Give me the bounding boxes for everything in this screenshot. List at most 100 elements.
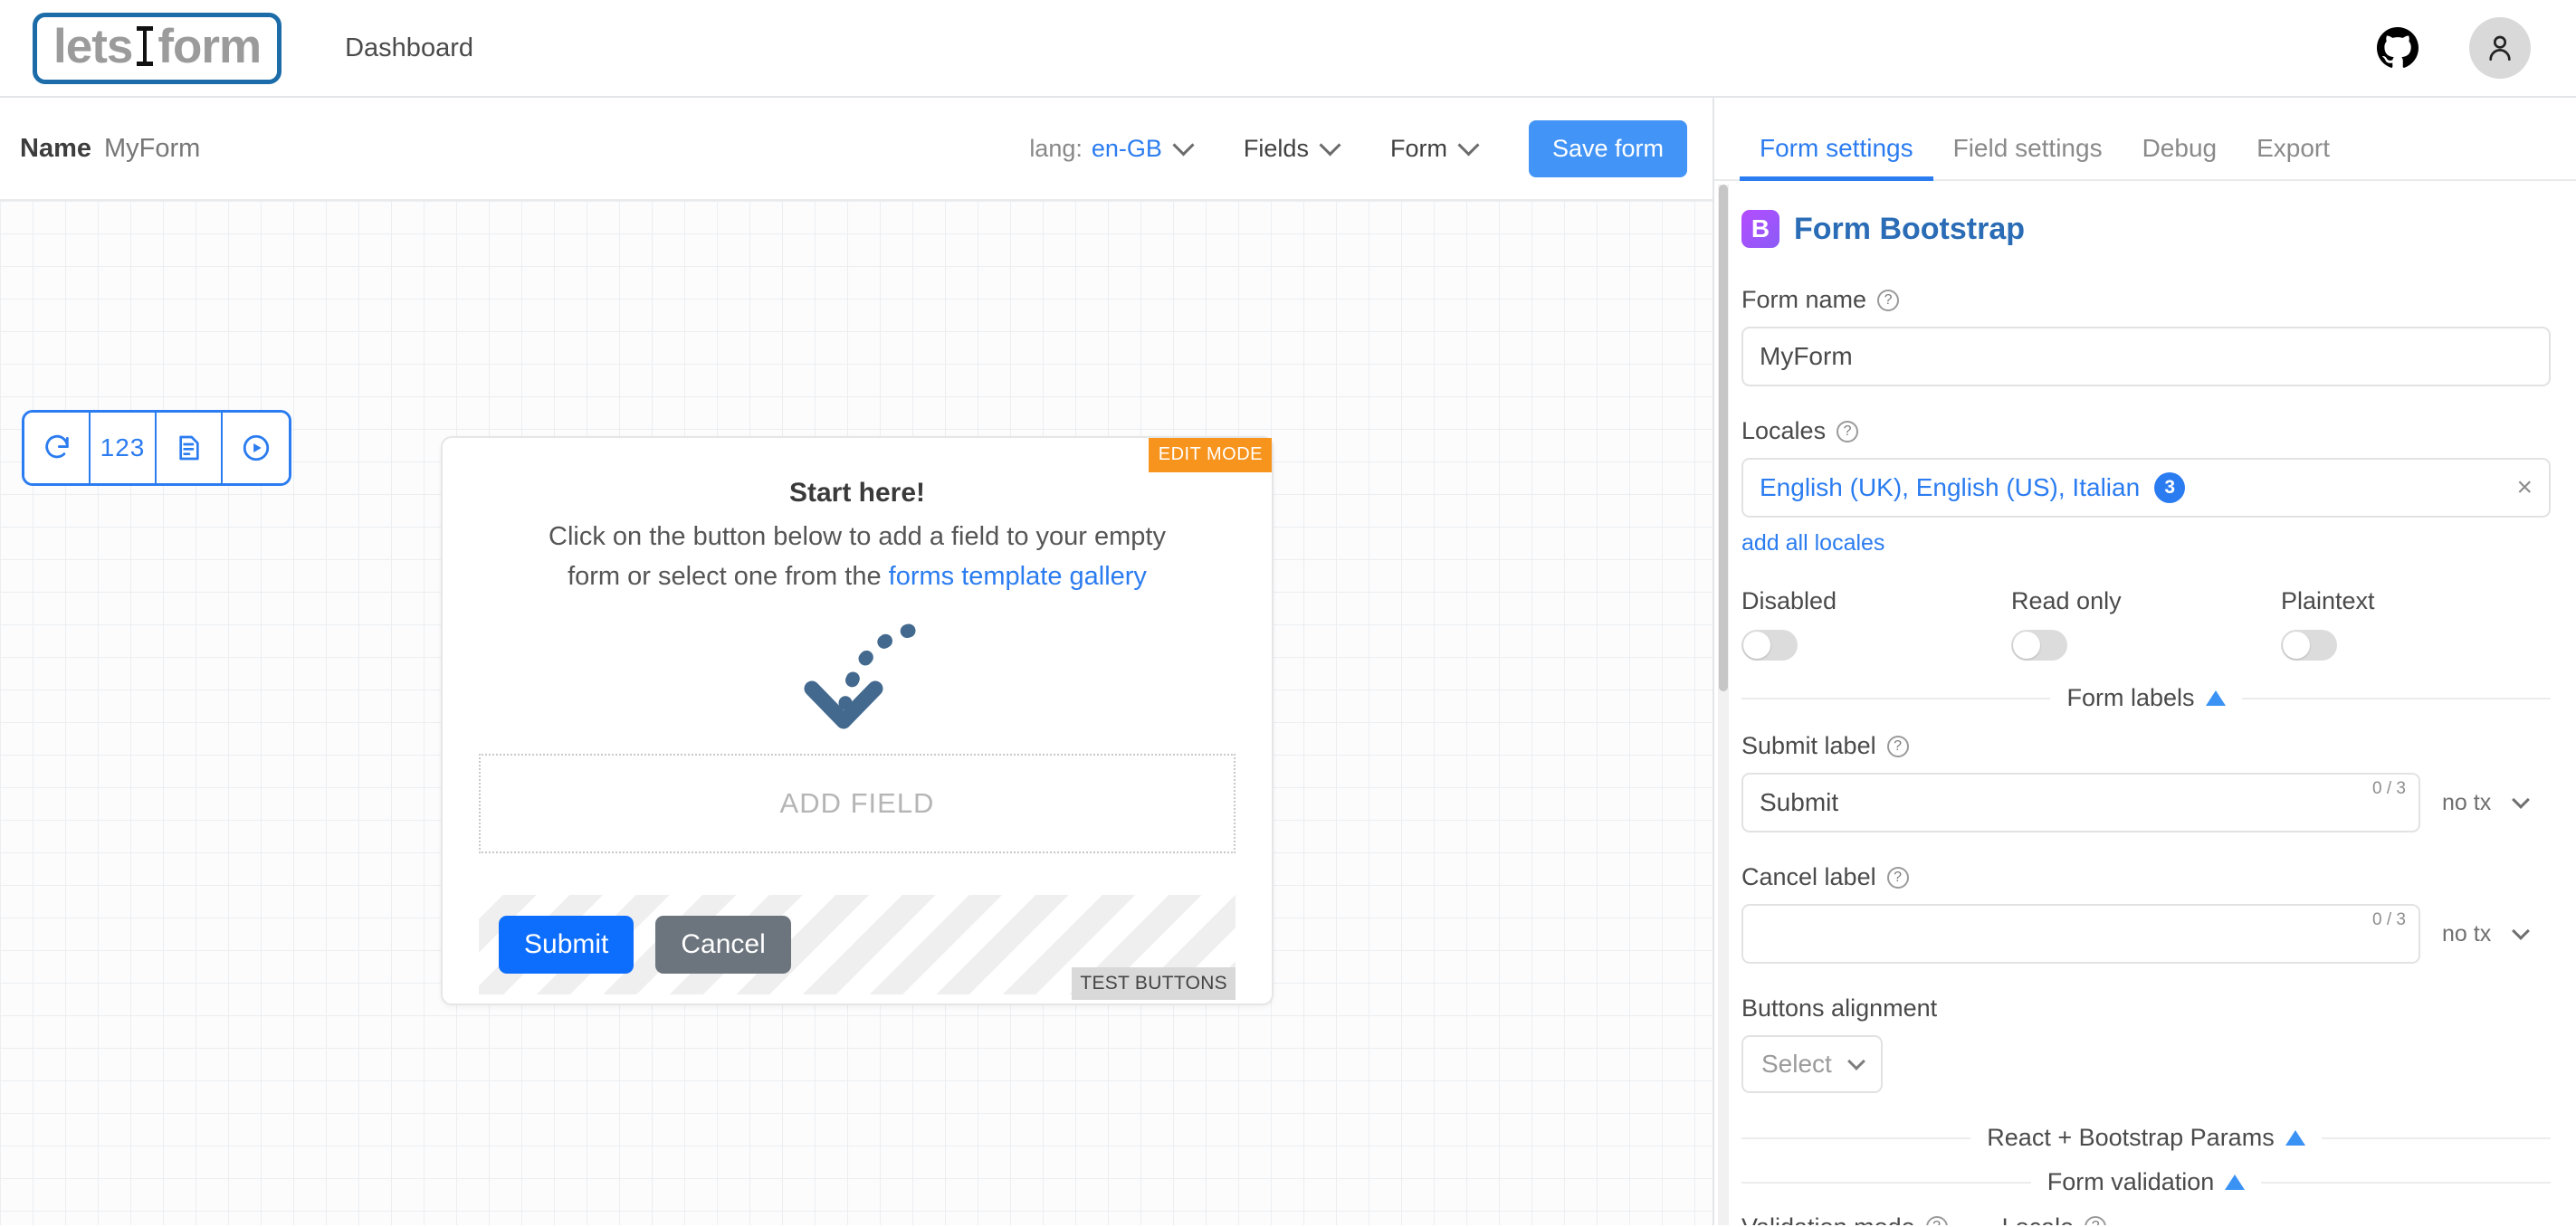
reload-icon	[44, 434, 69, 459]
submit-label-tx-select[interactable]: no tx	[2442, 790, 2551, 816]
help-icon[interactable]: ?	[2085, 1216, 2107, 1225]
language-selector[interactable]: lang: en-GB	[1029, 134, 1195, 163]
intro-text-line2: form or select one from the forms templa…	[497, 557, 1217, 597]
logo-text-right: form	[157, 19, 262, 73]
cancel-label-tx-select[interactable]: no tx	[2442, 921, 2551, 947]
test-buttons-badge: TEST BUTTONS	[1072, 967, 1236, 1000]
submit-label-counter: 0 / 3	[2372, 779, 2406, 798]
toggle-readonly-label: Read only	[2011, 587, 2122, 614]
help-icon[interactable]: ?	[1877, 289, 1900, 311]
collapse-triangle-icon[interactable]	[2285, 1130, 2305, 1146]
cancel-label-label-text: Cancel label	[1741, 863, 1876, 890]
canvas-toolbar: 123	[22, 410, 291, 486]
editor-pane: Name MyForm lang: en-GB Fields Form Save…	[0, 98, 1714, 1225]
divider-line-right	[2321, 1137, 2551, 1139]
form-preview-card: EDIT MODE Start here! Click on the butto…	[441, 436, 1274, 1005]
chevron-down-icon	[2512, 791, 2531, 809]
cancel-label-field-label: Cancel label ?	[1741, 863, 2551, 891]
form-toolbar: Name MyForm lang: en-GB Fields Form Save…	[0, 98, 1713, 201]
add-field-dropzone[interactable]: ADD FIELD	[479, 754, 1236, 853]
user-avatar-icon	[2489, 35, 2511, 62]
intro-title: Start here!	[788, 478, 926, 508]
main-body: Name MyForm lang: en-GB Fields Form Save…	[0, 98, 2576, 1225]
edit-mode-badge: EDIT MODE	[1148, 438, 1272, 472]
intro-text-line1: Click on the button below to add a field…	[549, 522, 1166, 551]
buttons-alignment-select[interactable]: Select	[1741, 1035, 1883, 1093]
form-menu[interactable]: Form	[1389, 134, 1480, 163]
divider-line-left	[1741, 697, 2051, 699]
form-canvas[interactable]: 123 EDIT MODE Start here! Click on the b…	[0, 201, 1713, 1225]
collapse-triangle-icon[interactable]	[2225, 1175, 2246, 1190]
divider-react-bootstrap-text: React + Bootstrap Params	[1970, 1124, 2321, 1152]
numbers-button[interactable]: 123	[91, 413, 157, 483]
curved-dashed-arrow-icon	[804, 623, 916, 729]
fields-menu-label: Fields	[1243, 134, 1309, 162]
submit-label-tx-value: no tx	[2442, 789, 2492, 815]
tab-form-settings[interactable]: Form settings	[1740, 134, 1933, 181]
submit-label-input-wrap: 0 / 3	[1741, 773, 2420, 832]
locale-field-label: Locale ?	[2002, 1216, 2107, 1225]
locales-select[interactable]: English (UK), English (US), Italian 3 ×	[1741, 458, 2551, 518]
nav-item-dashboard[interactable]: Dashboard	[345, 33, 473, 63]
settings-content: B Form Bootstrap Form name ? Locales ? E…	[1714, 183, 2576, 1225]
bootstrap-logo-icon: B	[1741, 210, 1779, 248]
form-name-label-text: Form name	[1741, 286, 1867, 313]
github-icon[interactable]	[2377, 27, 2419, 69]
cut-off-fields-row: Validation mode ? Locale ?	[1741, 1216, 2551, 1225]
test-buttons-zone: Submit Cancel TEST BUTTONS	[479, 895, 1236, 1000]
submit-label-field-block: Submit label ? 0 / 3 no tx	[1741, 732, 2551, 832]
tab-field-settings[interactable]: Field settings	[1933, 134, 2123, 179]
close-icon[interactable]: ×	[2516, 474, 2533, 501]
divider-form-validation-text: Form validation	[2031, 1168, 2262, 1196]
form-menu-label: Form	[1389, 134, 1447, 162]
locales-field-block: Locales ? English (UK), English (US), It…	[1741, 417, 2551, 556]
buttons-alignment-value: Select	[1761, 1050, 1832, 1078]
divider-react-bootstrap-label: React + Bootstrap Params	[1987, 1124, 2275, 1151]
toggle-disabled-label: Disabled	[1741, 587, 1837, 614]
user-avatar[interactable]	[2469, 17, 2531, 79]
fields-menu[interactable]: Fields	[1243, 134, 1341, 163]
language-label: lang:	[1029, 134, 1083, 162]
cancel-label-input-row: 0 / 3 no tx	[1741, 904, 2551, 964]
letsform-logo[interactable]: lets form	[33, 12, 282, 84]
cancel-label-field-block: Cancel label ? 0 / 3 no tx	[1741, 863, 2551, 964]
divider-line-left	[1741, 1137, 1971, 1139]
chevron-down-icon	[1172, 134, 1195, 157]
submit-label-input[interactable]	[1741, 773, 2420, 832]
empty-form-intro: Start here! Click on the button below to…	[443, 438, 1272, 596]
locale-label-text: Locale	[2002, 1216, 2075, 1225]
divider-form-validation-label: Form validation	[2046, 1168, 2215, 1195]
help-icon[interactable]: ?	[1886, 866, 1909, 889]
toggle-disabled[interactable]	[1741, 630, 1798, 661]
chevron-down-icon	[1846, 1052, 1865, 1070]
locales-value: English (UK), English (US), Italian	[1760, 473, 2141, 501]
document-button[interactable]	[157, 413, 223, 483]
numbers-123-icon: 123	[100, 433, 146, 461]
forms-template-gallery-link[interactable]: forms template gallery	[889, 562, 1147, 591]
help-icon[interactable]: ?	[1886, 735, 1909, 757]
validation-mode-label-text: Validation mode	[1741, 1216, 1915, 1225]
chevron-down-icon	[1319, 134, 1341, 157]
toggle-readonly[interactable]	[2011, 630, 2067, 661]
cancel-label-input-wrap: 0 / 3	[1741, 904, 2420, 964]
help-icon[interactable]: ?	[1925, 1216, 1948, 1225]
cancel-button[interactable]: Cancel	[655, 916, 791, 974]
page-title: Form Bootstrap	[1794, 211, 2025, 246]
logo-text-left: lets	[53, 19, 133, 73]
tab-debug[interactable]: Debug	[2123, 134, 2237, 179]
toggle-plaintext[interactable]	[2281, 630, 2337, 661]
reload-button[interactable]	[24, 413, 91, 483]
cancel-label-input[interactable]	[1741, 904, 2420, 964]
language-value: en-GB	[1091, 134, 1162, 162]
add-all-locales-link[interactable]: add all locales	[1741, 530, 1884, 556]
divider-line-right	[2261, 1181, 2552, 1184]
collapse-triangle-icon[interactable]	[2205, 690, 2226, 706]
preview-play-button[interactable]	[223, 413, 289, 483]
save-form-button[interactable]: Save form	[1528, 119, 1687, 177]
divider-form-validation: Form validation	[1741, 1168, 2552, 1196]
divider-line-right	[2241, 697, 2552, 699]
form-name-input[interactable]	[1741, 327, 2551, 386]
submit-button[interactable]: Submit	[499, 916, 634, 974]
help-icon[interactable]: ?	[1837, 420, 1859, 442]
tab-export[interactable]: Export	[2237, 134, 2350, 179]
